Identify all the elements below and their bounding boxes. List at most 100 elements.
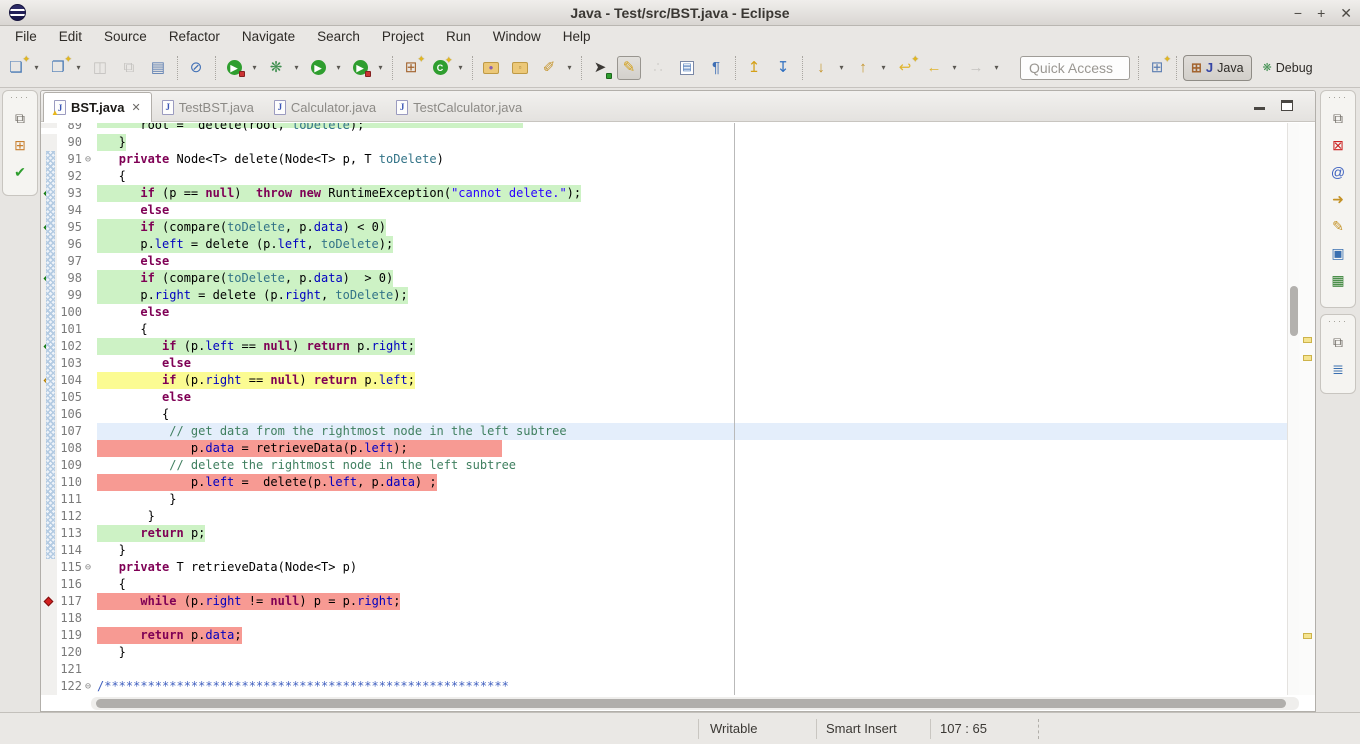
print-button[interactable]: ▤ [146,56,170,80]
junit-icon[interactable]: ✔ [9,162,31,182]
restore-view-icon[interactable]: ⧉ [1327,108,1349,128]
show-source-of-selected-element-button[interactable]: ▤ [675,56,699,80]
coverage-dropdown-icon[interactable]: ▾ [248,63,261,72]
code-text[interactable]: // delete the rightmost node in the left… [97,457,516,474]
code-text[interactable]: while (p.right != null) p = p.right; [97,593,400,610]
quick-access-input[interactable] [1020,56,1130,80]
code-text[interactable]: else [97,389,191,406]
new-java-wizard-button[interactable]: ❐✦ [46,56,70,80]
code-text[interactable]: p.left = delete(p.left, p.data) ; [97,474,437,491]
menu-edit[interactable]: Edit [48,26,93,48]
code-text[interactable]: { [97,406,169,423]
menu-file[interactable]: File [4,26,48,48]
run-dropdown-icon[interactable]: ▾ [332,63,345,72]
collapse-icon[interactable]: ⊖ [85,559,91,576]
coverage-button[interactable]: ▶ [222,56,246,80]
code-text[interactable]: if (p == null) throw new RuntimeExceptio… [97,185,581,202]
run-external-tools-dropdown-icon[interactable]: ▾ [374,63,387,72]
menu-run[interactable]: Run [435,26,482,48]
previous-annotation-button[interactable]: ↑ [851,56,875,80]
coverage-view-icon[interactable]: ▦ [1327,270,1349,290]
javadoc-icon[interactable]: @ [1327,162,1349,182]
console-icon[interactable]: ▣ [1327,243,1349,263]
dock-drag-handle[interactable]: ···· [1328,94,1348,101]
code-text[interactable]: } [97,508,155,525]
new-java-class-dropdown-icon[interactable]: ▾ [454,63,467,72]
back-dropdown-icon[interactable]: ▾ [948,63,961,72]
menu-search[interactable]: Search [306,26,371,48]
declaration-icon[interactable]: ➜ [1327,189,1349,209]
back-button[interactable]: ← [922,56,946,80]
minimize-editor-icon[interactable] [1254,107,1265,110]
menu-navigate[interactable]: Navigate [231,26,306,48]
skip-all-breakpoints-button[interactable]: ⊘ [184,56,208,80]
upload-button[interactable]: ↥ [742,56,766,80]
next-annotation-button[interactable]: ↓ [809,56,833,80]
maximize-window-icon[interactable]: + [1317,0,1325,26]
code-text[interactable]: p.right = delete (p.right, toDelete); [97,287,408,304]
menu-source[interactable]: Source [93,26,158,48]
tab-bst-java[interactable]: J▲BST.java✕ [43,92,152,122]
outline-icon[interactable]: ≣ [1327,359,1349,379]
annotation-mark-icon[interactable] [1303,337,1312,343]
download-button[interactable]: ↧ [771,56,795,80]
code-text[interactable]: if (p.right == null) return p.left; [97,372,415,389]
code-text[interactable]: root = delete(root, toDelete); [97,123,523,128]
code-editor[interactable]: 89 root = delete(root, toDelete); 90 }91… [41,123,1287,695]
code-text[interactable]: private T retrieveData(Node<T> p) [97,559,357,576]
tab-testbst-java[interactable]: JTestBST.java [152,93,264,121]
previous-annotation-dropdown-icon[interactable]: ▾ [877,63,890,72]
vertical-scrollbar-thumb[interactable] [1290,286,1298,336]
problems-icon[interactable]: ⊠ [1327,135,1349,155]
open-type-button[interactable]: ● [479,56,503,80]
toggle-mark-occurrences-button[interactable]: ✎ [617,56,641,80]
code-text[interactable]: if (compare(toDelete, p.data) < 0) [97,219,386,236]
minimize-window-icon[interactable]: − [1294,0,1302,26]
new-java-project-button[interactable]: ⊞✦ [399,56,423,80]
code-text[interactable]: // get data from the rightmost node in t… [97,423,1287,440]
new-java-wizard-dropdown-icon[interactable]: ▾ [72,63,85,72]
debug-button[interactable]: ❋ [264,56,288,80]
restore-view-icon[interactable]: ⧉ [1327,332,1349,352]
code-text[interactable]: } [97,134,126,151]
code-text[interactable]: { [97,576,126,593]
code-text[interactable]: if (p.left == null) return p.right; [97,338,415,355]
annotation-mark-icon[interactable] [1303,633,1312,639]
run-external-tools-button[interactable]: ▶ [348,56,372,80]
debug-perspective-button[interactable]: ❋Debug [1256,55,1320,81]
package-explorer-icon[interactable]: ⊞ [9,135,31,155]
open-resource-button[interactable]: ▫ [508,56,532,80]
horizontal-scrollbar[interactable] [91,697,1299,710]
new-wizard-dropdown-icon[interactable]: ▾ [30,63,43,72]
code-text[interactable]: p.left = delete (p.left, toDelete); [97,236,393,253]
open-perspective-button[interactable]: ⊞✦ [1145,56,1169,80]
last-edit-location-button[interactable]: ↩✦ [893,56,917,80]
code-text[interactable]: /***************************************… [97,678,509,695]
last-edit-location-occurrence-button[interactable]: ➤ [588,56,612,80]
dock-drag-handle[interactable]: ···· [10,94,30,101]
java-perspective-button[interactable]: ⊞JJava [1183,55,1252,81]
close-window-icon[interactable]: ✕ [1340,0,1352,26]
code-text[interactable]: else [97,304,169,321]
run-button[interactable]: ▶ [306,56,330,80]
code-text[interactable]: return p; [97,525,205,542]
code-text[interactable]: p.data = retrieveData(p.left); [97,440,502,457]
code-text[interactable]: } [97,644,126,661]
annotation-mark-icon[interactable] [1303,355,1312,361]
code-text[interactable]: private Node<T> delete(Node<T> p, T toDe… [97,151,444,168]
dock-drag-handle[interactable]: ···· [1328,318,1348,325]
menu-help[interactable]: Help [552,26,602,48]
code-text[interactable]: { [97,168,126,185]
code-text[interactable]: return p.data; [97,627,242,644]
show-whitespace-characters-button[interactable]: ¶ [704,56,728,80]
maximize-editor-icon[interactable] [1281,100,1293,111]
tab-testcalculator-java[interactable]: JTestCalculator.java [386,93,532,121]
code-text[interactable]: } [97,542,126,559]
new-wizard-button[interactable]: ❏✦ [4,56,28,80]
vertical-scrollbar[interactable] [1287,123,1299,695]
menu-window[interactable]: Window [482,26,552,48]
new-java-class-button[interactable]: C✦ [428,56,452,80]
search-dropdown-icon[interactable]: ▾ [563,63,576,72]
code-text[interactable]: if (compare(toDelete, p.data) > 0) [97,270,393,287]
tab-calculator-java[interactable]: JCalculator.java [264,93,386,121]
